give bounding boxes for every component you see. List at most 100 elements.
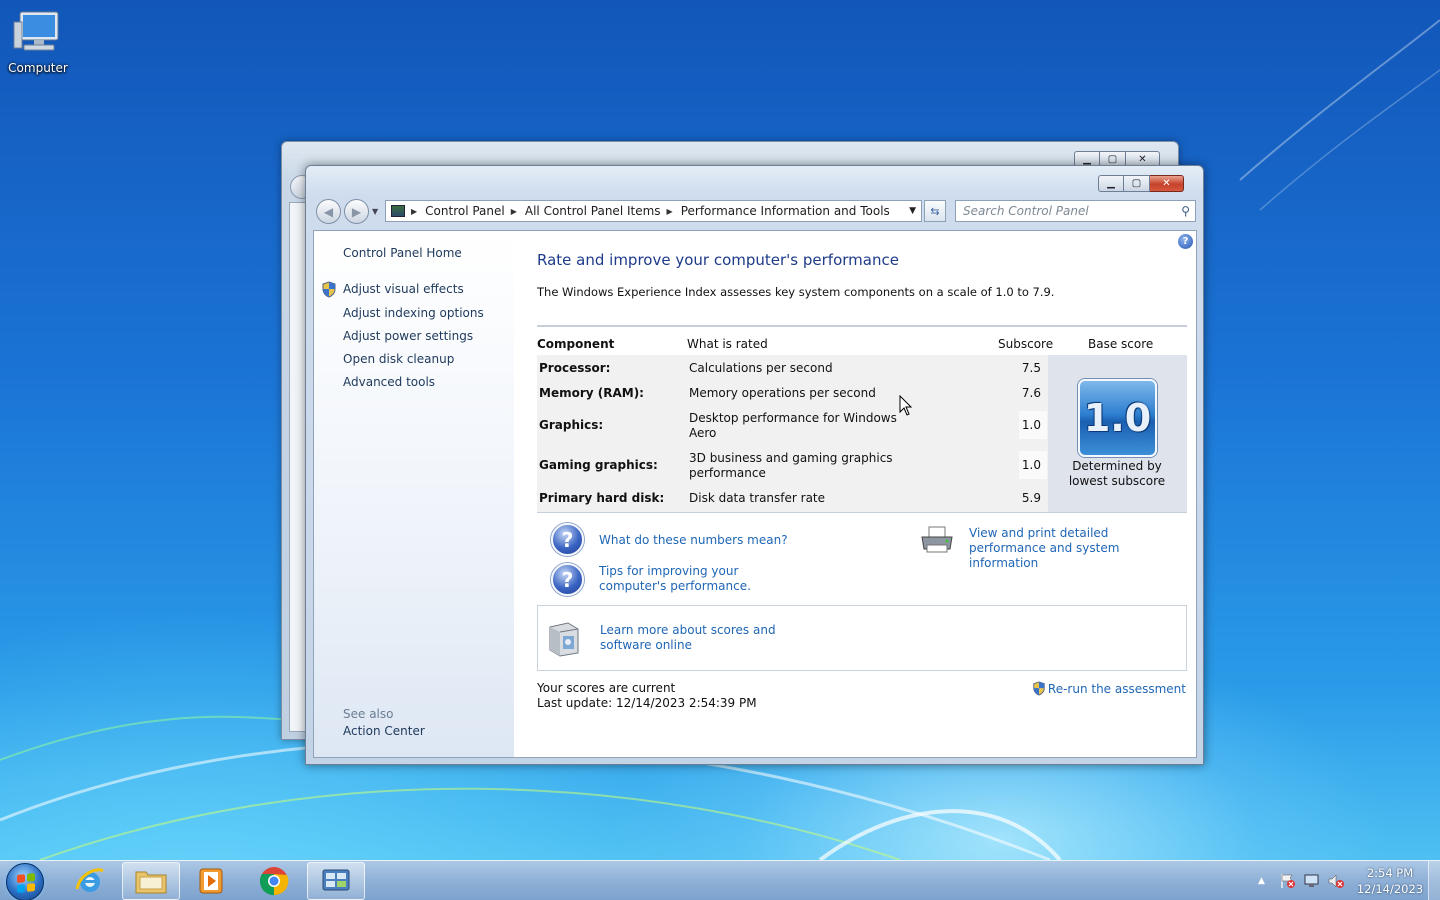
base-score-note: Determined by lowest subscore	[1068, 459, 1166, 488]
link-what-numbers-mean[interactable]: What do these numbers mean?	[599, 533, 788, 548]
row-subscore: 5.9	[1021, 491, 1041, 505]
control-panel-icon	[391, 205, 405, 217]
start-button[interactable]	[6, 863, 44, 900]
address-bar[interactable]: ▶ Control Panel ▶ All Control Panel Item…	[385, 200, 922, 222]
desktop-icon-computer[interactable]: Computer	[6, 8, 70, 75]
breadcrumb-chevron-icon[interactable]: ▶	[411, 207, 417, 216]
forward-arrow-icon: ▶	[351, 204, 362, 219]
network-icon[interactable]	[1303, 873, 1321, 889]
status-current: Your scores are current	[537, 681, 676, 695]
sidebar-adjust-power-settings[interactable]: Adjust power settings	[343, 329, 473, 343]
row-component: Primary hard disk:	[539, 491, 665, 505]
notification-area: ▲	[1258, 861, 1345, 900]
breadcrumb-control-panel[interactable]: Control Panel	[425, 204, 505, 218]
sidebar-action-center[interactable]: Action Center	[343, 724, 425, 738]
base-score-badge: 1.0	[1078, 379, 1157, 457]
breadcrumb-chevron-icon[interactable]: ▶	[667, 207, 673, 216]
row-subscore: 1.0	[1019, 411, 1047, 439]
link-learn-more-online[interactable]: Learn more about scores and software onl…	[600, 623, 820, 653]
breadcrumb-chevron-icon[interactable]: ▶	[511, 207, 517, 216]
printer-icon	[921, 526, 953, 553]
table-row: Primary hard disk: Disk data transfer ra…	[537, 491, 1047, 511]
maximize-button[interactable]: ▢	[1124, 175, 1150, 192]
taskbar-media-player[interactable]	[182, 862, 240, 900]
desktop-icon-label: Computer	[8, 61, 68, 75]
back-button[interactable]: ◀	[316, 199, 341, 224]
taskbar: ▲ 2:54 PM 12/14/2023	[0, 860, 1440, 900]
volume-muted-icon[interactable]	[1327, 873, 1345, 889]
score-table: Component What is rated Subscore Base sc…	[537, 325, 1187, 513]
minimize-button[interactable]: ▁	[1098, 175, 1124, 192]
table-row: Memory (RAM): Memory operations per seco…	[537, 386, 1047, 406]
close-button[interactable]: ✕	[1150, 175, 1184, 192]
search-icon[interactable]: ⚲	[1181, 204, 1190, 218]
table-row: Graphics: Desktop performance for Window…	[537, 411, 1047, 445]
breadcrumb-all-items[interactable]: All Control Panel Items	[525, 204, 661, 218]
row-component: Graphics:	[539, 418, 604, 432]
close-icon: ✕	[1138, 154, 1147, 165]
learn-more-panel: Learn more about scores and software onl…	[537, 605, 1187, 671]
taskbar-chrome[interactable]	[245, 862, 303, 900]
help-icon[interactable]: ?	[1178, 234, 1193, 249]
table-row: Gaming graphics: 3D business and gaming …	[537, 451, 1047, 485]
status-last-update: Last update: 12/14/2023 2:54:39 PM	[537, 696, 757, 710]
header-base-score: Base score	[1088, 337, 1154, 351]
row-component: Processor:	[539, 361, 611, 375]
minimize-icon: ▁	[1083, 154, 1091, 165]
taskbar-windows-explorer[interactable]	[122, 862, 180, 900]
taskbar-clock[interactable]: 2:54 PM 12/14/2023	[1352, 865, 1428, 897]
link-tips-improving[interactable]: Tips for improving your computer's perfo…	[599, 564, 799, 594]
sidebar-advanced-tools[interactable]: Advanced tools	[343, 375, 435, 389]
sidebar-adjust-visual-effects[interactable]: Adjust visual effects	[343, 282, 464, 296]
show-hidden-icons-chevron-icon[interactable]: ▲	[1258, 876, 1265, 886]
question-icon: ?	[551, 523, 584, 556]
computer-icon	[13, 11, 59, 51]
clock-date: 12/14/2023	[1356, 882, 1424, 896]
rerun-assessment-link[interactable]: Re-run the assessment	[1032, 681, 1186, 696]
taskbar-internet-explorer[interactable]	[61, 862, 119, 900]
refresh-button[interactable]: ⇆	[924, 200, 946, 222]
sidebar-open-disk-cleanup[interactable]: Open disk cleanup	[343, 352, 454, 366]
refresh-icon: ⇆	[930, 204, 940, 218]
show-desktop-button[interactable]	[1428, 861, 1440, 900]
taskbar-control-panel[interactable]	[307, 862, 365, 900]
score-table-body: Processor: Calculations per second 7.5 M…	[537, 355, 1187, 513]
row-component: Gaming graphics:	[539, 458, 658, 472]
row-rated: 3D business and gaming graphics performa…	[689, 451, 893, 480]
address-dropdown-icon[interactable]: ▼	[909, 206, 916, 216]
header-component: Component	[537, 337, 615, 351]
internet-explorer-icon	[75, 868, 104, 892]
minimize-icon: ▁	[1107, 178, 1115, 189]
row-component: Memory (RAM):	[539, 386, 644, 400]
question-icon: ?	[551, 563, 584, 596]
uac-shield-icon	[1033, 681, 1045, 696]
table-row: Processor: Calculations per second 7.5	[537, 361, 1047, 381]
media-player-icon	[199, 868, 223, 894]
header-subscore: Subscore	[998, 337, 1054, 351]
chrome-icon	[259, 867, 289, 896]
header-what-is-rated: What is rated	[687, 337, 768, 351]
control-panel-icon	[322, 869, 350, 891]
see-also-heading: See also	[343, 707, 394, 721]
page-description: The Windows Experience Index assesses ke…	[537, 285, 1055, 299]
score-status: Your scores are current Last update: 12/…	[537, 681, 757, 711]
clock-time: 2:54 PM	[1366, 866, 1414, 880]
link-view-print-details[interactable]: View and print detailed performance and …	[969, 526, 1189, 571]
row-subscore: 7.5	[1021, 361, 1041, 375]
search-input[interactable]: Search Control Panel ⚲	[955, 200, 1196, 222]
recent-pages-dropdown[interactable]: ▼	[372, 207, 378, 216]
sidebar-control-panel-home[interactable]: Control Panel Home	[343, 246, 462, 260]
page-title: Rate and improve your computer's perform…	[537, 251, 899, 269]
performance-window[interactable]: ▁ ▢ ✕ ◀ ▶ ▼ ▶ Control Panel ▶ All Contro…	[305, 165, 1204, 765]
action-center-flag-icon[interactable]	[1279, 873, 1297, 889]
row-rated: Memory operations per second	[689, 386, 876, 400]
maximize-icon: ▢	[1131, 178, 1142, 189]
breadcrumb-performance[interactable]: Performance Information and Tools	[681, 204, 890, 218]
row-subscore: 1.0	[1019, 451, 1047, 479]
sidebar-adjust-indexing-options[interactable]: Adjust indexing options	[343, 306, 484, 320]
window-body: Control Panel Home Adjust visual effects…	[313, 230, 1197, 758]
task-sidebar: Control Panel Home Adjust visual effects…	[314, 231, 514, 757]
row-subscore: 7.6	[1021, 386, 1041, 400]
forward-button[interactable]: ▶	[344, 199, 369, 224]
maximize-icon: ▢	[1107, 154, 1118, 165]
